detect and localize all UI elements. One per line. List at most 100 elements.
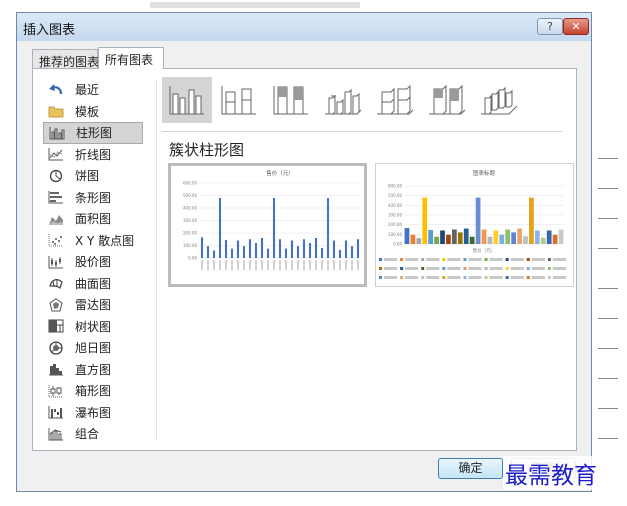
chart-bar	[242, 246, 246, 258]
chart-bar	[212, 250, 216, 258]
chart-bar	[434, 236, 439, 244]
3d-column-icon[interactable]	[474, 77, 524, 123]
x-tick-label	[249, 260, 251, 270]
chart-bar	[314, 238, 318, 258]
tab-all-charts[interactable]: 所有图表	[98, 47, 164, 69]
category-histogram[interactable]: 直方图	[43, 359, 143, 381]
x-tick-label	[333, 260, 335, 270]
category-column[interactable]: 柱形图	[43, 122, 143, 144]
legend-swatch	[400, 258, 404, 261]
chart-bar	[446, 234, 451, 244]
chart-preview-2[interactable]: 图表标题 600.00 500.00 400.00 300.00 200.00 100.00…	[375, 163, 574, 287]
legend-swatch	[484, 258, 488, 261]
chart-bar	[534, 230, 540, 244]
3d-clustered-column-icon[interactable]	[318, 77, 368, 123]
3d-stacked-column-icon[interactable]	[370, 77, 420, 123]
chart-preview-1[interactable]: 售价（元） 600.00 500.00 400.00 300.00 200.00 100.0…	[168, 163, 367, 287]
legend-entry	[405, 258, 419, 261]
box-whisker-icon	[47, 383, 65, 399]
x-tick-label	[357, 260, 359, 270]
legend-swatch	[421, 258, 425, 261]
legend-entry	[468, 276, 482, 279]
x-tick-label	[309, 260, 311, 270]
legend-swatch	[505, 258, 509, 261]
category-recent[interactable]: 最近	[43, 79, 143, 101]
category-templates[interactable]: 模板	[43, 101, 143, 123]
chart-bar	[230, 248, 234, 258]
chart-category-list: 最近 模板 柱形图 折线图 饼图 条形图 面积图 X Y 散点图 股价图 曲面图…	[43, 79, 143, 445]
chart-bar	[344, 240, 348, 258]
category-label: X Y 散点图	[75, 233, 135, 248]
category-sunburst[interactable]: 旭日图	[43, 337, 143, 359]
category-scatter[interactable]: X Y 散点图	[43, 230, 143, 252]
100-stacked-column-icon[interactable]	[266, 77, 316, 123]
legend-entry	[447, 258, 461, 261]
legend-swatch	[421, 267, 425, 270]
category-label: 面积图	[75, 212, 112, 227]
histogram-icon	[47, 361, 65, 377]
chart-bar	[224, 239, 228, 258]
chart-bar	[511, 232, 516, 244]
clustered-column-icon[interactable]	[162, 77, 212, 123]
legend-swatch	[526, 276, 530, 279]
ok-button[interactable]: 确定	[438, 458, 503, 479]
legend-entry	[405, 276, 419, 279]
stacked-column-icon[interactable]	[214, 77, 264, 123]
chart-bar	[410, 234, 416, 244]
selected-subtype-title: 簇状柱形图	[169, 141, 245, 159]
category-box-whisker[interactable]: 箱形图	[43, 380, 143, 402]
category-treemap[interactable]: 树状图	[43, 316, 143, 338]
chart-bar	[260, 238, 264, 258]
chart-bar	[422, 197, 428, 244]
legend-swatch	[463, 267, 467, 270]
chart-bar	[440, 230, 445, 244]
chart-bar	[487, 236, 493, 244]
chart-bar	[218, 198, 222, 258]
y-tick-label: 400.00	[388, 203, 402, 208]
x-tick-label	[291, 260, 293, 270]
chart-bar	[236, 240, 240, 258]
gallery-divider	[162, 131, 562, 132]
category-bar[interactable]: 条形图	[43, 187, 143, 209]
legend-swatch	[379, 276, 382, 279]
category-area[interactable]: 面积图	[43, 208, 143, 230]
legend-entry	[468, 267, 482, 270]
close-button[interactable]: ✕	[563, 18, 589, 35]
chart-bar	[457, 232, 463, 244]
legend-entry	[489, 267, 503, 270]
category-waterfall[interactable]: 瀑布图	[43, 402, 143, 424]
3d-100-stacked-column-icon[interactable]	[422, 77, 472, 123]
dialog-titlebar[interactable]: 插入图表 ? ✕	[17, 13, 591, 41]
category-radar[interactable]: 雷达图	[43, 294, 143, 316]
tab-recommended-charts[interactable]: 推荐的图表	[32, 49, 99, 69]
category-label: 树状图	[75, 319, 112, 334]
x-tick-label	[237, 260, 239, 270]
y-tick-label: 500.00	[388, 193, 402, 198]
legend-swatch	[400, 267, 404, 270]
legend-swatch	[526, 258, 530, 261]
legend-entry	[489, 258, 503, 261]
legend-entry	[510, 267, 524, 270]
help-button[interactable]: ?	[537, 18, 563, 35]
chart-bar	[290, 240, 294, 258]
y-tick-label: 600.00	[183, 181, 197, 186]
folder-icon	[47, 103, 65, 119]
category-pie[interactable]: 饼图	[43, 165, 143, 187]
chart-bar	[296, 246, 300, 258]
legend-swatch	[442, 258, 446, 261]
category-combo[interactable]: 组合	[43, 423, 143, 445]
category-line[interactable]: 折线图	[43, 144, 143, 166]
category-surface[interactable]: 曲面图	[43, 273, 143, 295]
legend-entry	[447, 276, 461, 279]
line-chart-icon	[47, 146, 65, 162]
category-stock[interactable]: 股价图	[43, 251, 143, 273]
legend-swatch	[547, 276, 551, 279]
x-tick-label	[213, 260, 215, 270]
y-tick-label: 300.00	[183, 218, 197, 223]
chart-bar	[248, 239, 252, 258]
legend-swatch	[442, 276, 446, 279]
chart-bar	[278, 239, 282, 258]
preview-chart-1-svg: 售价（元） 600.00 500.00 400.00 300.00 200.00 100.0…	[183, 169, 361, 270]
chart-bar	[320, 248, 324, 258]
x-tick-label	[315, 260, 317, 270]
